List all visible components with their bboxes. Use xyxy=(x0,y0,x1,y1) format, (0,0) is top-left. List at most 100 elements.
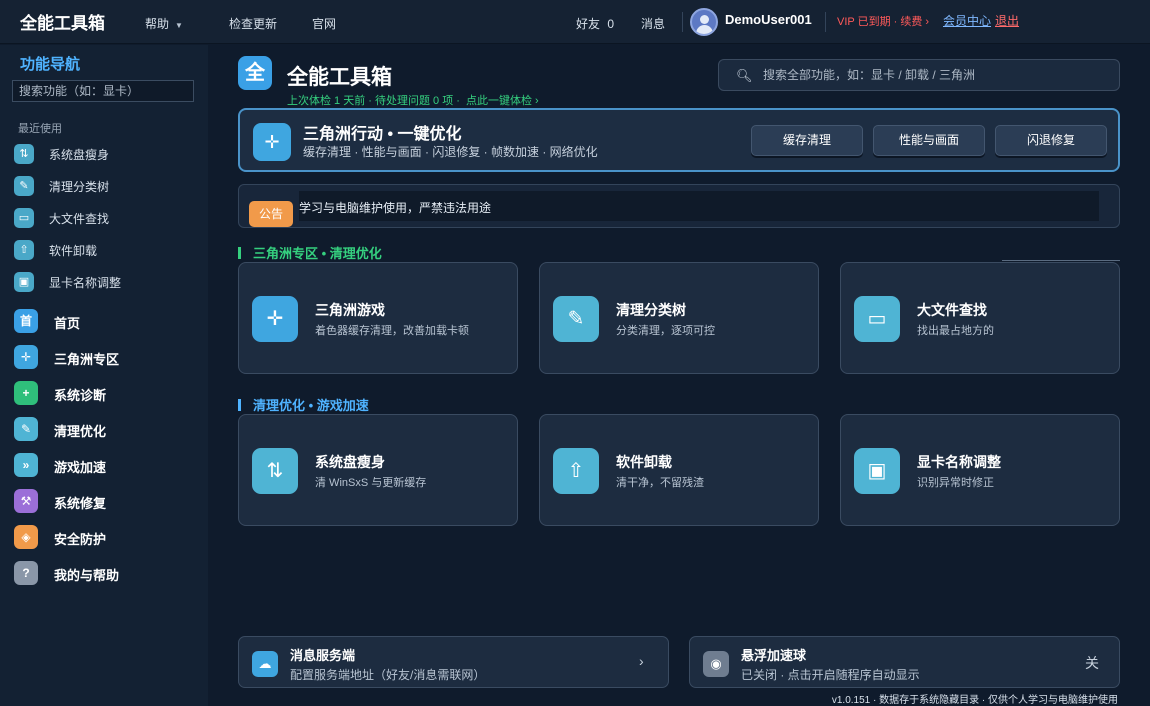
broom-icon: ✎ xyxy=(14,417,38,441)
vip-renew-link[interactable]: VIP 已到期 · 续费 › xyxy=(837,13,929,29)
divider xyxy=(825,12,826,32)
help-menu[interactable]: 帮助 ▼ xyxy=(145,15,183,32)
logout-link[interactable]: 退出 xyxy=(995,12,1019,29)
float-ball-card[interactable]: ◉ 悬浮加速球 已关闭 · 点击开启随程序自动显示 关 xyxy=(689,636,1120,688)
card-system-disk[interactable]: ⇅ 系统盘瘦身 清 WinSxS 与更新缓存 xyxy=(238,414,518,526)
nav-item-clean-optimize[interactable]: ✎ 清理优化 xyxy=(14,416,194,442)
nav-item-label: 系统诊断 xyxy=(54,388,107,403)
usb-icon: ⇅ xyxy=(252,448,298,494)
usb-icon: ⇅ xyxy=(14,144,34,164)
card-desc: 清 WinSxS 与更新缓存 xyxy=(315,477,427,489)
card-large-files[interactable]: ▭ 大文件查找 找出最占地方的 xyxy=(840,262,1120,374)
crash-fix-button[interactable]: 闪退修复 xyxy=(995,125,1107,156)
crosshair-icon: ✛ xyxy=(253,123,291,161)
sidebar-search-input[interactable] xyxy=(12,80,194,102)
card-title: 悬浮加速球 xyxy=(741,648,807,663)
broom-icon: ✎ xyxy=(553,296,599,342)
nav-item-my-help[interactable]: ? 我的与帮助 xyxy=(14,560,194,586)
last-check-text: 上次体检 1 天前 · 待处理问题 0 项 · xyxy=(287,95,460,107)
folder-icon: ▭ xyxy=(854,296,900,342)
recent-item-label: 软件卸载 xyxy=(49,244,98,258)
username[interactable]: DemoUser001 xyxy=(725,12,812,27)
performance-graphics-button[interactable]: 性能与画面 xyxy=(873,125,985,156)
member-center-link[interactable]: 会员中心 xyxy=(943,12,991,29)
recent-item-label: 系统盘瘦身 xyxy=(49,148,110,162)
card-title: 软件卸载 xyxy=(616,454,672,470)
promo-desc: 缓存清理 · 性能与画面 · 闪退修复 · 帧数加速 · 网络优化 xyxy=(303,145,598,159)
one-click-check-link[interactable]: 点此一键体检 › xyxy=(466,95,539,107)
recent-item-system-disk[interactable]: ⇅ 系统盘瘦身 xyxy=(14,143,194,165)
global-search-input[interactable] xyxy=(763,65,1103,85)
nav-item-label: 我的与帮助 xyxy=(54,568,120,583)
nav-item-delta-zone[interactable]: ✛ 三角洲专区 xyxy=(14,344,194,370)
app-logo: 全 xyxy=(238,56,272,90)
nav-item-label: 系统修复 xyxy=(54,496,107,511)
card-desc: 着色器缓存清理，改善加载卡顿 xyxy=(315,325,469,337)
chevron-right-icon: › xyxy=(639,653,644,669)
card-delta-game[interactable]: ✛ 三角洲游戏 着色器缓存清理，改善加载卡顿 xyxy=(238,262,518,374)
crosshair-icon: ✛ xyxy=(252,296,298,342)
card-title: 大文件查找 xyxy=(917,302,987,318)
official-site-menu[interactable]: 官网 xyxy=(312,15,336,32)
recent-item-uninstall[interactable]: ⇧ 软件卸载 xyxy=(14,239,194,261)
upload-icon: ⇧ xyxy=(14,240,34,260)
help-menu-label: 帮助 xyxy=(145,17,170,31)
avatar[interactable] xyxy=(690,8,718,36)
nav-item-label: 安全防护 xyxy=(54,532,107,547)
recent-item-clean-tree[interactable]: ✎ 清理分类树 xyxy=(14,175,194,197)
recent-item-gpu-name[interactable]: ▣ 显卡名称调整 xyxy=(14,271,194,293)
nav-item-game-boost[interactable]: » 游戏加速 xyxy=(14,452,194,478)
crosshair-icon: ✛ xyxy=(14,345,38,369)
nav-item-system-repair[interactable]: ⚒ 系统修复 xyxy=(14,488,194,514)
card-title: 系统盘瘦身 xyxy=(315,454,385,470)
global-search[interactable]: 🔍︎ xyxy=(718,59,1120,91)
fast-forward-icon: » xyxy=(14,453,38,477)
avatar-head xyxy=(700,15,709,24)
cache-clean-button[interactable]: 缓存清理 xyxy=(751,125,863,156)
shield-icon: ◈ xyxy=(14,525,38,549)
float-ball-toggle[interactable]: 关 xyxy=(1085,653,1099,673)
avatar-body xyxy=(696,25,713,34)
card-uninstall[interactable]: ⇧ 软件卸载 清干净，不留残渣 xyxy=(539,414,819,526)
delta-promo-banner: ✛ 三角洲行动 • 一键优化 缓存清理 · 性能与画面 · 闪退修复 · 帧数加… xyxy=(238,108,1120,172)
card-title: 显卡名称调整 xyxy=(917,454,1001,470)
nav-item-diagnosis[interactable]: + 系统诊断 xyxy=(14,380,194,406)
notice-badge: 公告 xyxy=(249,201,293,227)
recent-item-label: 显卡名称调整 xyxy=(49,276,122,290)
top-bar: 全能工具箱 帮助 ▼ 检查更新 官网 好友 0 消息 DemoUser001 VI… xyxy=(0,0,1150,44)
section-title-boost: 清理优化 • 游戏加速 xyxy=(238,395,369,414)
card-gpu-name[interactable]: ▣ 显卡名称调整 识别异常时修正 xyxy=(840,414,1120,526)
recent-item-large-files[interactable]: ▭ 大文件查找 xyxy=(14,207,194,229)
nav-item-label: 清理优化 xyxy=(54,424,107,439)
section-title-text: 三角洲专区 • 清理优化 xyxy=(253,246,382,261)
notice-marquee: 学习与电脑维护使用，严禁违法用途 xyxy=(299,191,1099,221)
card-title: 消息服务端 xyxy=(290,648,356,663)
card-clean-tree[interactable]: ✎ 清理分类树 分类清理，逐项可控 xyxy=(539,262,819,374)
nav-item-security[interactable]: ◈ 安全防护 xyxy=(14,524,194,550)
recent-item-label: 大文件查找 xyxy=(49,212,110,226)
card-desc: 识别异常时修正 xyxy=(917,477,994,489)
app-title: 全能工具箱 xyxy=(20,14,105,33)
caret-down-icon: ▼ xyxy=(175,21,183,30)
last-check-status: 上次体检 1 天前 · 待处理问题 0 项 · 点此一键体检 › xyxy=(287,92,539,108)
friends-button[interactable]: 好友 0 xyxy=(576,15,614,32)
recent-item-label: 清理分类树 xyxy=(49,180,110,194)
section-title-text: 清理优化 • 游戏加速 xyxy=(253,398,369,413)
section-bar xyxy=(238,247,241,259)
nav-item-home[interactable]: 首 首页 xyxy=(14,308,194,334)
home-icon: 首 xyxy=(14,309,38,333)
wrench-icon: ⚒ xyxy=(14,489,38,513)
nav-item-label: 三角洲专区 xyxy=(54,352,120,367)
plus-icon: + xyxy=(14,381,38,405)
card-desc: 分类清理，逐项可控 xyxy=(616,325,715,337)
message-service-card[interactable]: ☁ 消息服务端 配置服务端地址（好友/消息需联网） › xyxy=(238,636,669,688)
nav-item-label: 首页 xyxy=(54,316,81,331)
recent-label: 最近使用 xyxy=(18,123,62,135)
folder-icon: ▭ xyxy=(14,208,34,228)
notice-text: 学习与电脑维护使用，严禁违法用途 xyxy=(299,201,492,215)
messages-button[interactable]: 消息 xyxy=(641,15,665,32)
divider xyxy=(1002,260,1120,261)
friends-label: 好友 xyxy=(576,17,601,31)
check-update-menu[interactable]: 检查更新 xyxy=(229,15,277,32)
section-title-delta: 三角洲专区 • 清理优化 xyxy=(238,243,382,262)
